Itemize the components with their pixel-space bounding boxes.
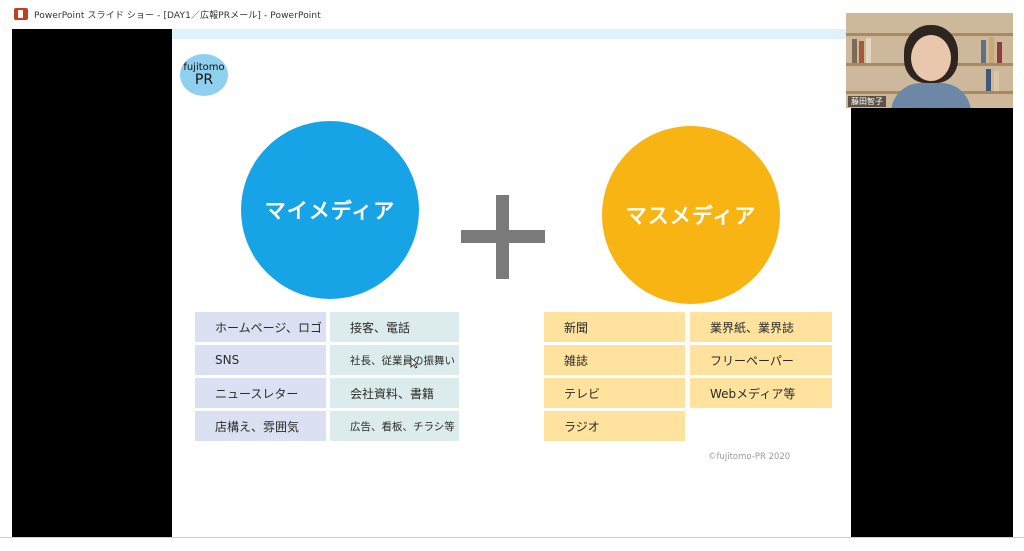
mass-media-item: ラジオ	[544, 411, 685, 441]
book	[981, 40, 986, 63]
my-media-item: ホームページ、ロゴ	[195, 312, 326, 342]
mass-media-circle: マスメディア	[602, 126, 780, 304]
participant-face	[911, 35, 951, 81]
slide-top-band	[172, 29, 851, 39]
window-title: PowerPoint スライド ショー - [DAY1／広報PRメール] - P…	[34, 10, 321, 21]
book	[997, 42, 1002, 63]
mass-media-item: フリーペーパー	[690, 345, 832, 375]
participant-video[interactable]	[846, 13, 1013, 108]
my-media-label: マイメディア	[264, 199, 396, 223]
book	[994, 71, 999, 91]
logo-line2: PR	[194, 72, 214, 88]
mass-media-item: 新聞	[544, 312, 685, 342]
participant-name: 藤田智子	[848, 96, 886, 107]
cursor-icon	[410, 357, 419, 369]
participant-body	[891, 83, 971, 108]
powerpoint-icon	[14, 8, 28, 20]
slide[interactable]: fujitomo PR マイメディア マスメディア ホームページ、ロゴ SNS …	[172, 29, 851, 537]
my-media-item: 接客、電話	[330, 312, 459, 342]
my-media-item: ニュースレター	[195, 378, 326, 408]
plus-icon-vertical	[496, 195, 509, 279]
mass-media-item: 業界紙、業界誌	[690, 312, 832, 342]
mass-media-item: 雑誌	[544, 345, 685, 375]
copyright-text: ©fujitomo-PR 2020	[708, 452, 791, 462]
book	[859, 41, 864, 63]
my-media-item: 会社資料、書籍	[330, 378, 459, 408]
book	[989, 37, 994, 63]
mass-media-label: マスメディア	[625, 204, 757, 228]
mass-media-item: Webメディア等	[690, 378, 832, 408]
book	[986, 69, 991, 91]
book	[866, 38, 871, 63]
window-bottom-border	[0, 537, 1024, 538]
mass-media-item: テレビ	[544, 378, 685, 408]
video-panel-background	[851, 108, 1013, 537]
fujitomo-pr-logo: fujitomo PR	[180, 54, 228, 96]
my-media-item: SNS	[195, 345, 326, 375]
my-media-item: 広告、看板、チラシ等	[330, 411, 459, 441]
my-media-circle: マイメディア	[241, 121, 419, 299]
my-media-item: 店構え、雰囲気	[195, 411, 326, 441]
book	[852, 39, 857, 63]
my-media-item: 社長、従業員の振舞い	[330, 345, 459, 375]
